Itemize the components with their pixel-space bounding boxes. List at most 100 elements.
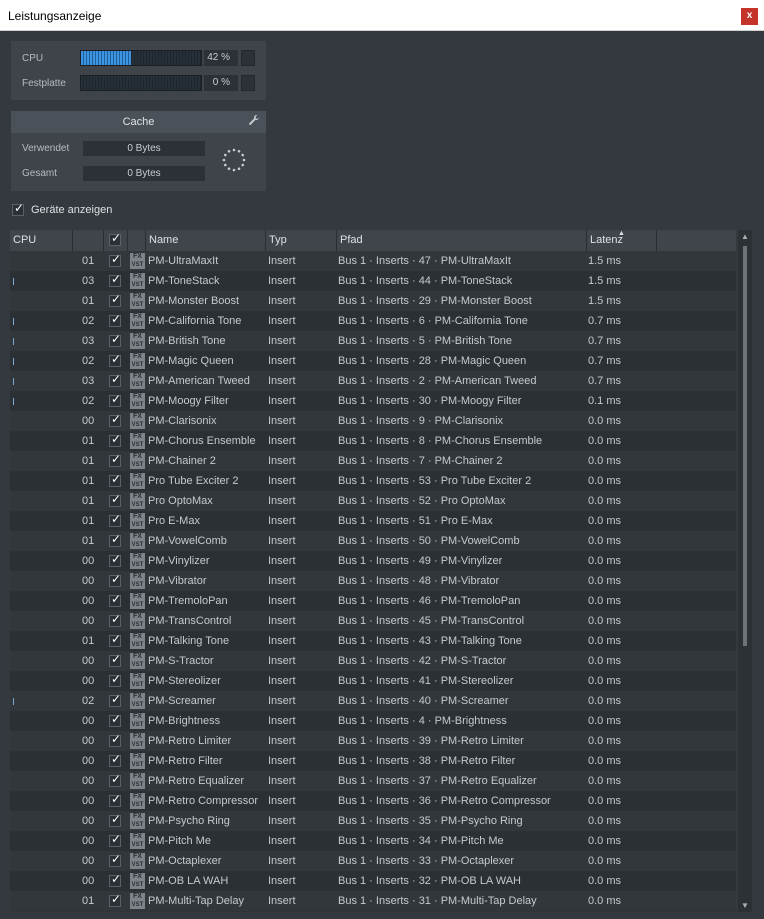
table-row[interactable]: 01 ✓ FX VST PM-Monster Boost Insert Bus 1 · In… [10,291,736,311]
table-row[interactable]: 00 ✓ FX VST PM-S-Tractor Insert Bus 1 · Insert… [10,651,736,671]
row-path: Bus 1 · Inserts · 53 · Pro Tube Exciter … [338,475,532,487]
row-enabled-checkbox[interactable]: ✓ [109,333,121,347]
table-row[interactable]: 02 ✓ FX VST PM-Magic Queen Insert Bus 1 · Inse… [10,351,736,371]
row-enabled-checkbox[interactable]: ✓ [109,393,121,407]
row-enabled-checkbox[interactable]: ✓ [109,873,121,887]
table-row[interactable]: 00 ✓ FX VST PM-TremoloPan Insert Bus 1 · Inser… [10,591,736,611]
table-row[interactable]: 00 ✓ FX VST PM-OB LA WAH Insert Bus 1 · Insert… [10,871,736,891]
table-row[interactable]: 01 ✓ FX VST PM-VowelComb Insert Bus 1 · Insert… [10,531,736,551]
row-enabled-checkbox[interactable]: ✓ [109,473,121,487]
table-row[interactable]: 00 ✓ FX VST PM-Retro Filter Insert Bus 1 · Ins… [10,751,736,771]
row-enabled-checkbox[interactable]: ✓ [109,753,121,767]
vst-icon-label: VST [131,542,144,548]
row-enabled-checkbox[interactable]: ✓ [109,413,121,427]
column-header-number[interactable] [73,230,104,251]
row-enabled-checkbox[interactable]: ✓ [109,253,121,267]
row-enabled-checkbox[interactable]: ✓ [109,633,121,647]
row-enabled-checkbox[interactable]: ✓ [109,853,121,867]
vst-icon-label: VST [131,642,144,648]
table-row[interactable]: 00 ✓ FX VST PM-Vibrator Insert Bus 1 · Inserts… [10,571,736,591]
row-type: Insert [268,715,296,727]
table-row[interactable]: 00 ✓ FX VST PM-Retro Equalizer Insert Bus 1 · … [10,771,736,791]
show-devices-checkbox[interactable]: ✓ [12,202,24,216]
row-enabled-checkbox[interactable]: ✓ [109,353,121,367]
row-enabled-checkbox[interactable]: ✓ [109,613,121,627]
row-enabled-checkbox[interactable]: ✓ [109,273,121,287]
table-row[interactable]: 03 ✓ FX VST PM-British Tone Insert Bus 1 · Ins… [10,331,736,351]
vertical-scrollbar[interactable]: ▲ ▼ [738,230,752,912]
wrench-icon[interactable] [248,114,260,129]
table-row[interactable]: 03 ✓ FX VST PM-ToneStack Insert Bus 1 · Insert… [10,271,736,291]
table-row[interactable]: 00 ✓ FX VST PM-Pitch Me Insert Bus 1 · Inserts… [10,831,736,851]
row-enabled-checkbox[interactable]: ✓ [109,773,121,787]
row-path: Bus 1 · Inserts · 4 · PM-Brightness [338,715,507,727]
row-enabled-checkbox[interactable]: ✓ [109,493,121,507]
cpu-activity-bar [13,398,14,405]
column-header-cpu[interactable]: CPU [10,230,73,251]
table-row[interactable]: 01 ✓ FX VST Pro E-Max Insert Bus 1 · Inserts ·… [10,511,736,531]
scroll-down-icon[interactable]: ▼ [738,901,752,910]
column-header-name[interactable]: Name [146,230,266,251]
table-row[interactable]: 02 ✓ FX VST PM-Moogy Filter Insert Bus 1 · Ins… [10,391,736,411]
row-enabled-checkbox[interactable]: ✓ [109,513,121,527]
row-type: Insert [268,595,296,607]
close-icon[interactable]: x [741,8,758,25]
row-enabled-checkbox[interactable]: ✓ [109,813,121,827]
column-header-latency[interactable]: Latenz ▲ [587,230,657,251]
table-row[interactable]: 01 ✓ FX VST Pro Tube Exciter 2 Insert Bus 1 · … [10,471,736,491]
column-header-enabled[interactable]: ✓ [104,230,128,251]
scrollbar-thumb[interactable] [743,246,747,646]
row-enabled-checkbox[interactable]: ✓ [109,433,121,447]
table-row[interactable]: 02 ✓ FX VST PM-Screamer Insert Bus 1 · Inserts… [10,691,736,711]
row-enabled-checkbox[interactable]: ✓ [109,793,121,807]
table-row[interactable]: 01 ✓ FX VST PM-UltraMaxIt Insert Bus 1 · Inser… [10,251,736,271]
show-devices-toggle[interactable]: ✓ Geräte anzeigen [11,202,171,219]
row-enabled-checkbox[interactable]: ✓ [109,733,121,747]
table-row[interactable]: 00 ✓ FX VST PM-TransControl Insert Bus 1 · Ins… [10,611,736,631]
table-row[interactable]: 00 ✓ FX VST PM-Octaplexer Insert Bus 1 · Inser… [10,851,736,871]
table-row[interactable]: 00 ✓ FX VST PM-Retro Limiter Insert Bus 1 · In… [10,731,736,751]
row-enabled-checkbox[interactable]: ✓ [109,573,121,587]
table-row[interactable]: 00 ✓ FX VST PM-Stereolizer Insert Bus 1 · Inse… [10,671,736,691]
row-enabled-checkbox[interactable]: ✓ [109,533,121,547]
column-header-path[interactable]: Pfad [337,230,587,251]
table-row[interactable]: 01 ✓ FX VST PM-Chorus Ensemble Insert Bus 1 · … [10,431,736,451]
row-enabled-checkbox[interactable]: ✓ [109,453,121,467]
table-row[interactable]: 00 ✓ FX VST PM-Vinylizer Insert Bus 1 · Insert… [10,551,736,571]
scroll-up-icon[interactable]: ▲ [738,232,752,241]
row-enabled-checkbox[interactable]: ✓ [109,833,121,847]
table-row[interactable]: 00 ✓ FX VST PM-Psycho Ring Insert Bus 1 · Inse… [10,811,736,831]
column-header-type[interactable]: Typ [266,230,337,251]
row-cpu-number: 00 [82,835,95,847]
vst-icon-label: VST [131,462,144,468]
table-row[interactable]: 02 ✓ FX VST PM-California Tone Insert Bus 1 · … [10,311,736,331]
row-name: PM-Screamer [148,695,216,707]
table-row[interactable]: 01 ✓ FX VST PM-Chainer 2 Insert Bus 1 · Insert… [10,451,736,471]
table-row[interactable]: 03 ✓ FX VST PM-American Tweed Insert Bus 1 · I… [10,371,736,391]
table-row[interactable]: 00 ✓ FX VST PM-Retro Compressor Insert Bus 1 ·… [10,791,736,811]
row-enabled-checkbox[interactable]: ✓ [109,373,121,387]
row-latency: 0.0 ms [588,635,622,647]
row-enabled-checkbox[interactable]: ✓ [109,293,121,307]
table-row[interactable]: 01 ✓ FX VST PM-Multi-Tap Delay Insert Bus 1 · … [10,891,736,911]
row-enabled-checkbox[interactable]: ✓ [109,553,121,567]
table-row[interactable]: 00 ✓ FX VST PM-Brightness Insert Bus 1 · Inser… [10,711,736,731]
table-row[interactable]: 01 ✓ FX VST Pro OptoMax Insert Bus 1 · Inserts… [10,491,736,511]
row-enabled-checkbox[interactable]: ✓ [109,593,121,607]
row-path: Bus 1 · Inserts · 40 · PM-Screamer [338,695,509,707]
row-cpu-number: 00 [82,855,95,867]
row-enabled-checkbox[interactable]: ✓ [109,673,121,687]
header-checkbox[interactable]: ✓ [109,232,121,246]
vst-icon-label: VST [131,422,144,428]
column-header-icon[interactable] [128,230,146,251]
row-enabled-checkbox[interactable]: ✓ [109,313,121,327]
row-latency: 0.0 ms [588,455,622,467]
row-name: PM-Monster Boost [148,295,240,307]
row-enabled-checkbox[interactable]: ✓ [109,893,121,907]
row-enabled-checkbox[interactable]: ✓ [109,713,121,727]
table-row[interactable]: 00 ✓ FX VST PM-Clarisonix Insert Bus 1 · Inser… [10,411,736,431]
row-enabled-checkbox[interactable]: ✓ [109,653,121,667]
row-name: PM-Vibrator [148,575,207,587]
table-row[interactable]: 01 ✓ FX VST PM-Talking Tone Insert Bus 1 · Ins… [10,631,736,651]
row-enabled-checkbox[interactable]: ✓ [109,693,121,707]
